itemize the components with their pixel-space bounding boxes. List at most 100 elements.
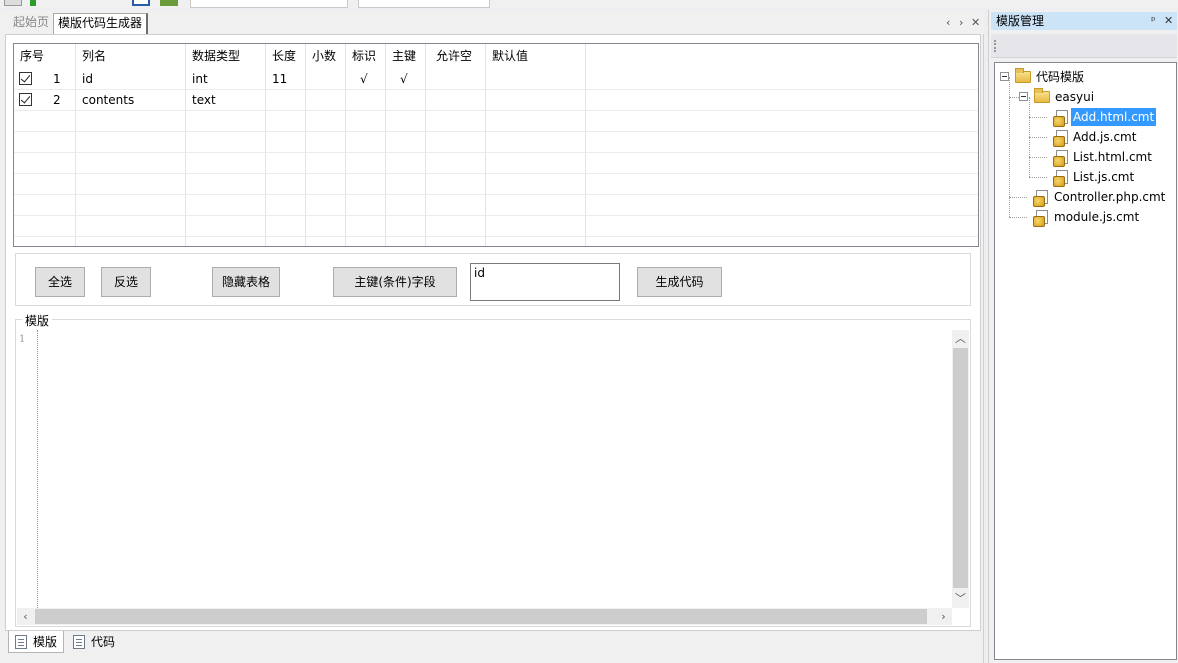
tree-node-file[interactable]: List.html.cmt — [995, 148, 1175, 167]
cell-empty — [266, 132, 306, 152]
template-tree[interactable]: 代码模版 easyui Add.html.cmt Add.js.cmt List… — [994, 62, 1177, 660]
scroll-right-icon[interactable]: › — [935, 608, 952, 625]
cell-length[interactable]: 11 — [266, 69, 306, 89]
cell-default[interactable] — [486, 90, 586, 110]
cell-empty — [346, 111, 386, 131]
pin-icon[interactable]: ᵖ — [1151, 12, 1156, 30]
tree-node-folder[interactable]: easyui — [995, 88, 1175, 106]
run-icon[interactable] — [30, 0, 36, 6]
template-manager-panel: 模版管理 ᵖ ✕ 代码模版 easyui Add.html.cmt Add.js… — [988, 10, 1178, 663]
cell-decimal[interactable] — [306, 69, 346, 89]
cell-empty — [306, 237, 346, 246]
tree-node-file[interactable]: Add.html.cmt — [995, 108, 1175, 127]
tree-node-file[interactable]: Add.js.cmt — [995, 128, 1175, 147]
tree-node-root[interactable]: 代码模版 — [995, 68, 1175, 86]
scroll-left-icon[interactable]: ‹ — [17, 608, 34, 625]
cell-primary[interactable] — [386, 90, 426, 110]
cell-empty — [486, 216, 586, 236]
tree-label: List.html.cmt — [1073, 150, 1152, 164]
cell-nullable[interactable] — [426, 69, 486, 89]
col-header-default[interactable]: 默认值 — [486, 44, 586, 69]
table-row-empty — [14, 111, 978, 132]
toolbar-combo-2[interactable] — [358, 0, 490, 8]
tab-template-label: 模版 — [33, 635, 58, 649]
table-row[interactable]: 1 id int 11 √ √ — [14, 69, 978, 90]
col-header-name[interactable]: 列名 — [76, 44, 186, 69]
cell-empty — [426, 195, 486, 215]
generate-code-button[interactable]: 生成代码 — [637, 267, 722, 297]
tab-close-icon[interactable]: ✕ — [971, 16, 980, 29]
horizontal-scrollbar[interactable]: ‹ › — [17, 608, 952, 625]
invert-selection-button[interactable]: 反选 — [101, 267, 151, 297]
panel-title-bar: 模版管理 ᵖ ✕ — [991, 12, 1177, 30]
cell-empty — [14, 195, 76, 215]
tree-node-file[interactable]: module.js.cmt — [995, 208, 1175, 227]
cell-type[interactable]: text — [186, 90, 266, 110]
col-header-primary[interactable]: 主键 — [386, 44, 426, 69]
cell-empty — [486, 174, 586, 194]
primary-key-field-input[interactable]: id — [470, 263, 620, 301]
toolbar-icon[interactable] — [4, 0, 22, 6]
table-row-empty — [14, 237, 978, 246]
cell-empty — [306, 132, 346, 152]
scroll-down-icon[interactable]: ﹀ — [952, 590, 969, 607]
tree-node-file[interactable]: Controller.php.cmt — [995, 188, 1175, 207]
template-file-icon — [1053, 130, 1068, 147]
toolbar-grip-icon[interactable] — [994, 40, 996, 52]
template-file-icon — [1053, 170, 1068, 187]
hide-grid-button[interactable]: 隐藏表格 — [212, 267, 280, 297]
col-header-index[interactable]: 序号 — [14, 44, 76, 69]
tab-template-code-generator[interactable]: 模版代码生成器 — [53, 13, 149, 34]
cell-identity[interactable] — [346, 90, 386, 110]
tree-node-file[interactable]: List.js.cmt — [995, 168, 1175, 187]
template-file-icon — [1053, 150, 1068, 167]
collapse-icon[interactable] — [1019, 92, 1028, 101]
cell-length[interactable] — [266, 90, 306, 110]
row-checkbox[interactable] — [19, 72, 32, 85]
col-header-nullable[interactable]: 允许空 — [426, 44, 486, 69]
col-header-type[interactable]: 数据类型 — [186, 44, 266, 69]
save-icon[interactable] — [132, 0, 150, 6]
col-header-length[interactable]: 长度 — [266, 44, 306, 69]
code-doc-icon — [73, 635, 85, 649]
tab-start-page[interactable]: 起始页 — [9, 13, 53, 34]
database-icon[interactable] — [160, 0, 178, 6]
horizontal-scroll-thumb[interactable] — [35, 609, 927, 624]
toolbar-combo-1[interactable] — [190, 0, 348, 8]
cell-empty — [14, 237, 76, 246]
cell-primary[interactable]: √ — [386, 69, 426, 89]
tab-template[interactable]: 模版 — [8, 631, 65, 653]
tab-scroll-right-icon[interactable]: › — [959, 16, 963, 29]
template-doc-icon — [15, 635, 27, 649]
cell-name[interactable]: contents — [76, 90, 186, 110]
cell-decimal[interactable] — [306, 90, 346, 110]
tab-code[interactable]: 代码 — [67, 631, 121, 653]
table-row[interactable]: 2 contents text — [14, 90, 978, 111]
cell-nullable[interactable] — [426, 90, 486, 110]
vertical-scrollbar[interactable]: ︿ ﹀ — [952, 330, 969, 608]
cell-empty — [426, 132, 486, 152]
tree-label-selected: Add.html.cmt — [1071, 108, 1157, 126]
close-icon[interactable]: ✕ — [1164, 12, 1173, 30]
cell-name[interactable]: id — [76, 69, 186, 89]
cell-identity[interactable]: √ — [346, 69, 386, 89]
vertical-scroll-thumb[interactable] — [953, 348, 968, 588]
template-editor[interactable]: 1 ︿ ﹀ ‹ › — [17, 330, 970, 625]
collapse-icon[interactable] — [1000, 72, 1009, 81]
cell-empty — [186, 153, 266, 173]
col-header-decimal[interactable]: 小数 — [306, 44, 346, 69]
content-area: 序号 列名 数据类型 长度 小数 标识 主键 允许空 默认值 1 id int … — [5, 34, 981, 631]
cell-type[interactable]: int — [186, 69, 266, 89]
primary-key-field-button[interactable]: 主键(条件)字段 — [333, 267, 457, 297]
column-grid[interactable]: 序号 列名 数据类型 长度 小数 标识 主键 允许空 默认值 1 id int … — [13, 43, 979, 247]
row-checkbox[interactable] — [19, 93, 32, 106]
top-toolbar — [0, 0, 1178, 8]
tab-scroll-left-icon[interactable]: ‹ — [946, 16, 950, 29]
col-header-identity[interactable]: 标识 — [346, 44, 386, 69]
template-file-icon — [1033, 210, 1048, 227]
cell-empty — [266, 195, 306, 215]
cell-default[interactable] — [486, 69, 586, 89]
select-all-button[interactable]: 全选 — [35, 267, 85, 297]
cell-empty — [386, 237, 426, 246]
scroll-up-icon[interactable]: ︿ — [952, 330, 969, 347]
